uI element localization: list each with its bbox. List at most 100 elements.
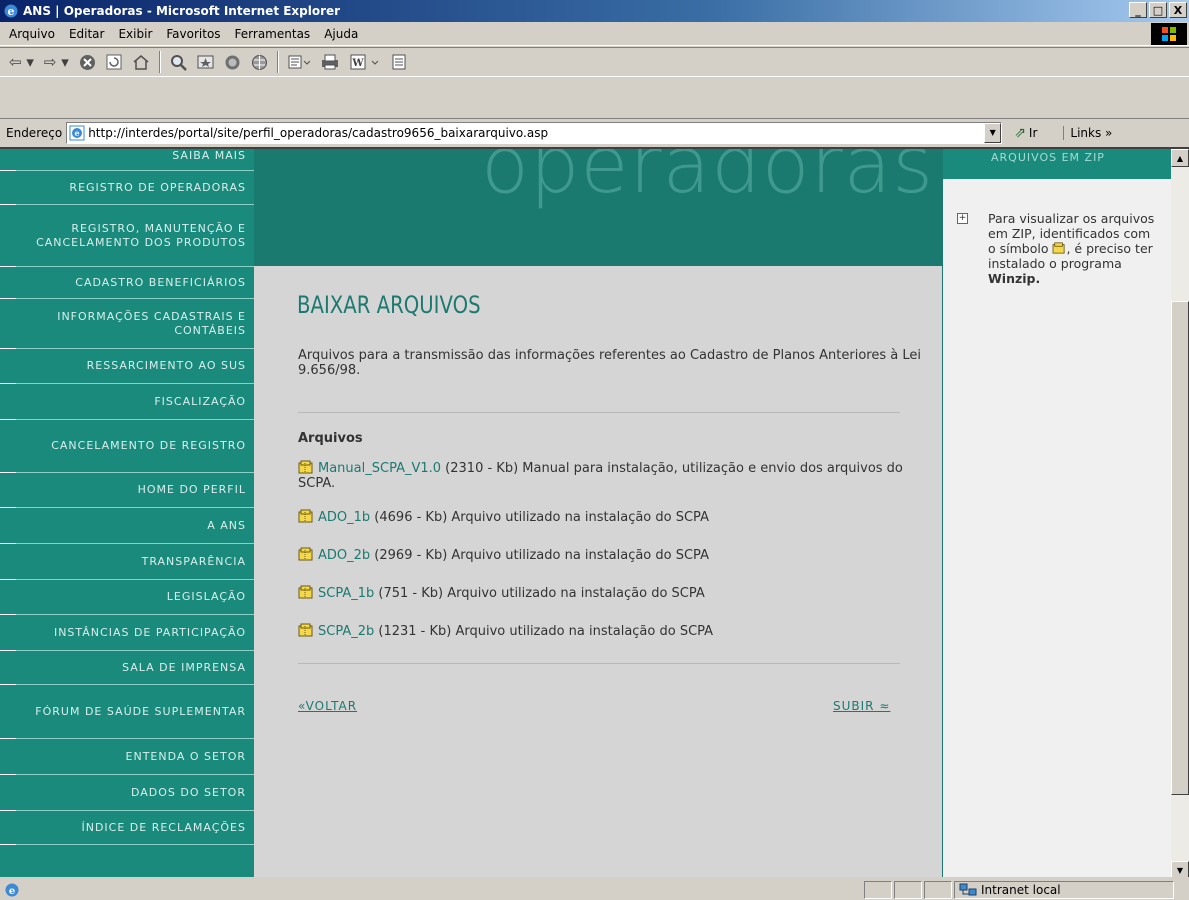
home-icon[interactable] bbox=[129, 51, 153, 73]
scroll-up-icon[interactable]: ▲ bbox=[1171, 149, 1189, 167]
file-link[interactable]: ADO_2b bbox=[318, 548, 370, 563]
file-row: Manual_SCPA_V1.0 (2310 - Kb) Manual para… bbox=[298, 460, 944, 491]
security-zone: Intranet local bbox=[954, 880, 1174, 899]
ie-window: e ANS | Operadoras - Microsoft Internet … bbox=[0, 0, 1189, 900]
status-cell bbox=[894, 880, 922, 899]
mail-icon[interactable] bbox=[285, 51, 313, 73]
intranet-icon bbox=[959, 883, 977, 895]
go-arrow-icon: ⇗ bbox=[1014, 124, 1026, 141]
nav-fiscalizacao[interactable]: FISCALIZAÇÃO bbox=[0, 384, 254, 420]
status-text-area: e bbox=[0, 881, 862, 899]
intro-text: Arquivos para a transmissão das informaç… bbox=[298, 348, 921, 378]
file-row: SCPA_2b (1231 - Kb) Arquivo utilizado na… bbox=[298, 623, 944, 639]
menu-ferramentas[interactable]: Ferramentas bbox=[228, 27, 318, 41]
nav-sala-imprensa[interactable]: SALA DE IMPRENSA bbox=[0, 651, 254, 685]
winzip-label: Winzip. bbox=[988, 271, 1041, 286]
refresh-icon[interactable] bbox=[103, 51, 125, 73]
nav-label: REGISTRO, MANUTENÇÃO E CANCELAMENTO DOS … bbox=[36, 221, 246, 249]
main-content: operadoras BAIXAR ARQUIVOS Arquivos para… bbox=[254, 149, 942, 877]
nav-cadastro-beneficiarios[interactable]: CADASTRO BENEFICIÁRIOS bbox=[0, 267, 254, 299]
back-link[interactable]: «VOLTAR bbox=[298, 699, 357, 713]
links-button[interactable]: Links » bbox=[1063, 125, 1112, 140]
nav-label: TRANSPARÊNCIA bbox=[141, 554, 246, 568]
nav-dados-setor[interactable]: DADOS DO SETOR bbox=[0, 775, 254, 811]
page-title: BAIXAR ARQUIVOS bbox=[297, 291, 481, 319]
file-link[interactable]: Manual_SCPA_V1.0 bbox=[318, 461, 441, 476]
address-input[interactable]: e http://interdes/portal/site/perfil_ope… bbox=[66, 121, 1003, 144]
address-dropdown-icon[interactable]: ▼ bbox=[984, 122, 1002, 143]
search-icon[interactable] bbox=[167, 51, 190, 73]
nav-label: ENTENDA O SETOR bbox=[125, 749, 246, 763]
nav-label: REGISTRO DE OPERADORAS bbox=[69, 180, 246, 194]
nav-legislacao[interactable]: LEGISLAÇÃO bbox=[0, 580, 254, 615]
menu-bar: Arquivo Editar Exibir Favoritos Ferramen… bbox=[0, 22, 1189, 46]
status-bar: e Intranet local bbox=[0, 879, 1189, 900]
nav-label: FISCALIZAÇÃO bbox=[154, 394, 246, 408]
banner-word: operadoras bbox=[481, 149, 934, 211]
word-icon[interactable]: W bbox=[347, 51, 385, 73]
nav-informacoes-cadastrais[interactable]: INFORMAÇÕES CADASTRAIS E CONTÁBEIS bbox=[0, 299, 254, 349]
file-link[interactable]: SCPA_2b bbox=[318, 624, 374, 639]
svg-text:W: W bbox=[351, 58, 364, 69]
scroll-down-icon[interactable]: ▼ bbox=[1171, 861, 1189, 877]
globe-icon[interactable] bbox=[248, 51, 271, 73]
window-title: ANS | Operadoras - Microsoft Internet Ex… bbox=[23, 4, 341, 18]
ie-logo-icon: e bbox=[4, 4, 18, 18]
nav-label: INFORMAÇÕES CADASTRAIS E CONTÁBEIS bbox=[57, 309, 246, 337]
zip-note: + Para visualizar os arquivos em ZIP, id… bbox=[957, 211, 1160, 286]
print-icon[interactable] bbox=[317, 51, 343, 73]
toolbar-separator bbox=[276, 51, 279, 73]
stop-icon[interactable] bbox=[76, 51, 99, 73]
page-status-icon: e bbox=[5, 883, 19, 897]
toolbar: ⇦ ▾ ⇨ ▾ W bbox=[0, 47, 1189, 77]
nav-registro-operadoras[interactable]: REGISTRO DE OPERADORAS bbox=[0, 171, 254, 205]
nav-label: SALA DE IMPRENSA bbox=[122, 660, 246, 674]
nav-a-ans[interactable]: A ANS bbox=[0, 508, 254, 544]
back-to-top-link[interactable]: SUBIR ≈ bbox=[833, 699, 890, 713]
zip-file-icon bbox=[298, 460, 313, 474]
close-button[interactable]: X bbox=[1169, 2, 1187, 18]
sidebar-heading: ARQUIVOS EM ZIP bbox=[943, 149, 1171, 179]
file-link[interactable]: ADO_1b bbox=[318, 510, 370, 525]
nav-ressarcimento-sus[interactable]: RESSARCIMENTO AO SUS bbox=[0, 349, 254, 384]
scroll-thumb[interactable] bbox=[1171, 301, 1189, 795]
zip-file-icon bbox=[1053, 242, 1066, 254]
nav-transparencia[interactable]: TRANSPARÊNCIA bbox=[0, 544, 254, 580]
toolbar-separator bbox=[158, 51, 161, 73]
discuss-icon[interactable] bbox=[389, 51, 409, 73]
menu-arquivo[interactable]: Arquivo bbox=[0, 27, 62, 41]
zone-label: Intranet local bbox=[981, 882, 1061, 897]
status-cell bbox=[924, 880, 952, 899]
nav-indice-reclamacoes[interactable]: ÍNDICE DE RECLAMAÇÕES bbox=[0, 811, 254, 845]
go-button[interactable]: ⇗ Ir bbox=[1014, 125, 1037, 141]
menu-ajuda[interactable]: Ajuda bbox=[317, 27, 365, 41]
left-navigation: SAIBA MAIS REGISTRO DE OPERADORAS REGIST… bbox=[0, 149, 254, 877]
nav-forum-saude[interactable]: FÓRUM DE SAÚDE SUPLEMENTAR bbox=[0, 685, 254, 739]
menu-favoritos[interactable]: Favoritos bbox=[159, 27, 227, 41]
menu-editar[interactable]: Editar bbox=[62, 27, 112, 41]
divider bbox=[298, 663, 900, 664]
maximize-button[interactable]: □ bbox=[1149, 2, 1167, 18]
nav-instancias-participacao[interactable]: INSTÂNCIAS DE PARTICIPAÇÃO bbox=[0, 615, 254, 651]
nav-label: A ANS bbox=[207, 518, 246, 532]
nav-label: DADOS DO SETOR bbox=[131, 785, 246, 799]
nav-saiba-mais[interactable]: SAIBA MAIS bbox=[0, 149, 254, 171]
nav-entenda-setor[interactable]: ENTENDA O SETOR bbox=[0, 739, 254, 775]
history-icon[interactable] bbox=[221, 51, 244, 73]
nav-cancelamento-registro[interactable]: CANCELAMENTO DE REGISTRO bbox=[0, 420, 254, 473]
nav-label: CADASTRO BENEFICIÁRIOS bbox=[75, 275, 246, 289]
vertical-scrollbar[interactable]: ▲ ▼ bbox=[1171, 149, 1189, 877]
header-banner: operadoras bbox=[254, 149, 942, 266]
favorites-icon[interactable] bbox=[194, 51, 217, 73]
back-icon[interactable]: ⇦ ▾ bbox=[6, 51, 37, 73]
nav-label: RESSARCIMENTO AO SUS bbox=[86, 359, 246, 372]
nav-registro-produtos[interactable]: REGISTRO, MANUTENÇÃO E CANCELAMENTO DOS … bbox=[0, 205, 254, 267]
forward-icon[interactable]: ⇨ ▾ bbox=[41, 51, 72, 73]
nav-home-perfil[interactable]: HOME DO PERFIL bbox=[0, 473, 254, 508]
svg-text:e: e bbox=[8, 5, 15, 18]
minimize-button[interactable]: _ bbox=[1129, 2, 1147, 18]
menu-exibir[interactable]: Exibir bbox=[111, 27, 159, 41]
address-label: Endereço bbox=[6, 125, 63, 140]
file-link[interactable]: SCPA_1b bbox=[318, 586, 374, 601]
divider bbox=[298, 412, 900, 413]
